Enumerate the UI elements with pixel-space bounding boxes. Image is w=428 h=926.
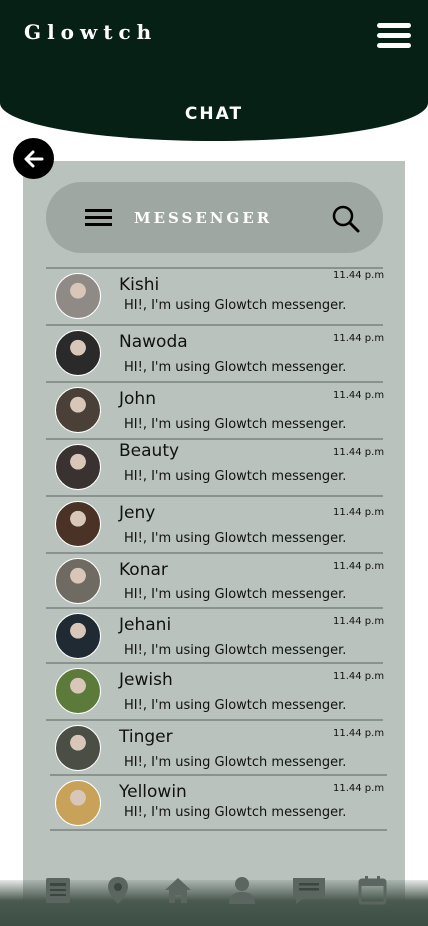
avatar[interactable] (55, 668, 101, 714)
contact-name: Konar (119, 560, 168, 580)
contact-name: Beauty (119, 441, 180, 461)
home-icon[interactable] (162, 874, 194, 906)
status-text: HI!, I'm using Glowtch messenger. (124, 417, 347, 432)
row-divider (46, 324, 383, 326)
avatar[interactable] (55, 558, 101, 604)
avatar[interactable] (55, 613, 101, 659)
brand-logo: Glowtch (24, 20, 158, 44)
search-icon[interactable] (331, 204, 361, 234)
timestamp: 11.44 p.m (333, 270, 385, 281)
header-bar: Glowtch CHAT (0, 0, 428, 141)
messenger-menu-icon[interactable] (85, 209, 112, 226)
page-title: CHAT (184, 104, 244, 124)
timestamp: 11.44 p.m (333, 507, 385, 518)
row-divider (46, 662, 383, 664)
row-divider (50, 829, 387, 831)
contact-name: Nawoda (119, 332, 188, 352)
status-text: HI!, I'm using Glowtch messenger. (124, 360, 347, 375)
row-divider (46, 381, 383, 383)
calendar-icon[interactable] (356, 874, 388, 906)
contact-name: Jewish (119, 670, 173, 690)
timestamp: 11.44 p.m (333, 616, 385, 627)
hamburger-menu-icon[interactable] (377, 23, 411, 49)
contact-name: Tinger (119, 727, 173, 747)
row-divider (46, 267, 383, 269)
timestamp: 11.44 p.m (333, 333, 385, 344)
row-divider (46, 607, 383, 609)
status-text: HI!, I'm using Glowtch messenger. (124, 805, 347, 820)
status-text: HI!, I'm using Glowtch messenger. (124, 698, 347, 713)
arrow-left-icon (24, 150, 43, 167)
chat-bubble-icon[interactable] (290, 874, 328, 906)
row-divider (50, 774, 387, 776)
avatar[interactable] (55, 273, 101, 319)
timestamp: 11.44 p.m (333, 561, 385, 572)
back-button[interactable] (13, 138, 54, 179)
timestamp: 11.44 p.m (333, 447, 385, 458)
status-text: HI!, I'm using Glowtch messenger. (124, 531, 347, 546)
avatar[interactable] (55, 501, 101, 547)
contact-name: Kishi (119, 275, 160, 295)
messenger-label: MESSENGER (134, 209, 273, 227)
status-text: HI!, I'm using Glowtch messenger. (124, 643, 347, 658)
avatar[interactable] (55, 444, 101, 490)
news-icon[interactable] (42, 874, 74, 906)
contact-name: Jeny (119, 503, 156, 523)
contact-name: Yellowin (119, 782, 187, 802)
timestamp: 11.44 p.m (333, 783, 385, 794)
status-text: HI!, I'm using Glowtch messenger. (124, 298, 347, 313)
timestamp: 11.44 p.m (333, 728, 385, 739)
status-text: HI!, I'm using Glowtch messenger. (124, 587, 347, 602)
status-text: HI!, I'm using Glowtch messenger. (124, 469, 347, 484)
row-divider (46, 719, 383, 721)
avatar[interactable] (55, 387, 101, 433)
user-icon[interactable] (226, 874, 258, 906)
timestamp: 11.44 p.m (333, 671, 385, 682)
row-divider (46, 495, 383, 497)
row-divider (46, 438, 383, 440)
avatar[interactable] (55, 780, 101, 826)
avatar[interactable] (55, 725, 101, 771)
location-pin-icon[interactable] (102, 874, 134, 906)
contact-name: John (119, 389, 156, 409)
status-text: HI!, I'm using Glowtch messenger. (124, 755, 347, 770)
row-divider (46, 552, 383, 554)
messenger-bar: MESSENGER (46, 182, 383, 253)
timestamp: 11.44 p.m (333, 390, 385, 401)
contact-name: Jehani (119, 615, 172, 635)
avatar[interactable] (55, 330, 101, 376)
